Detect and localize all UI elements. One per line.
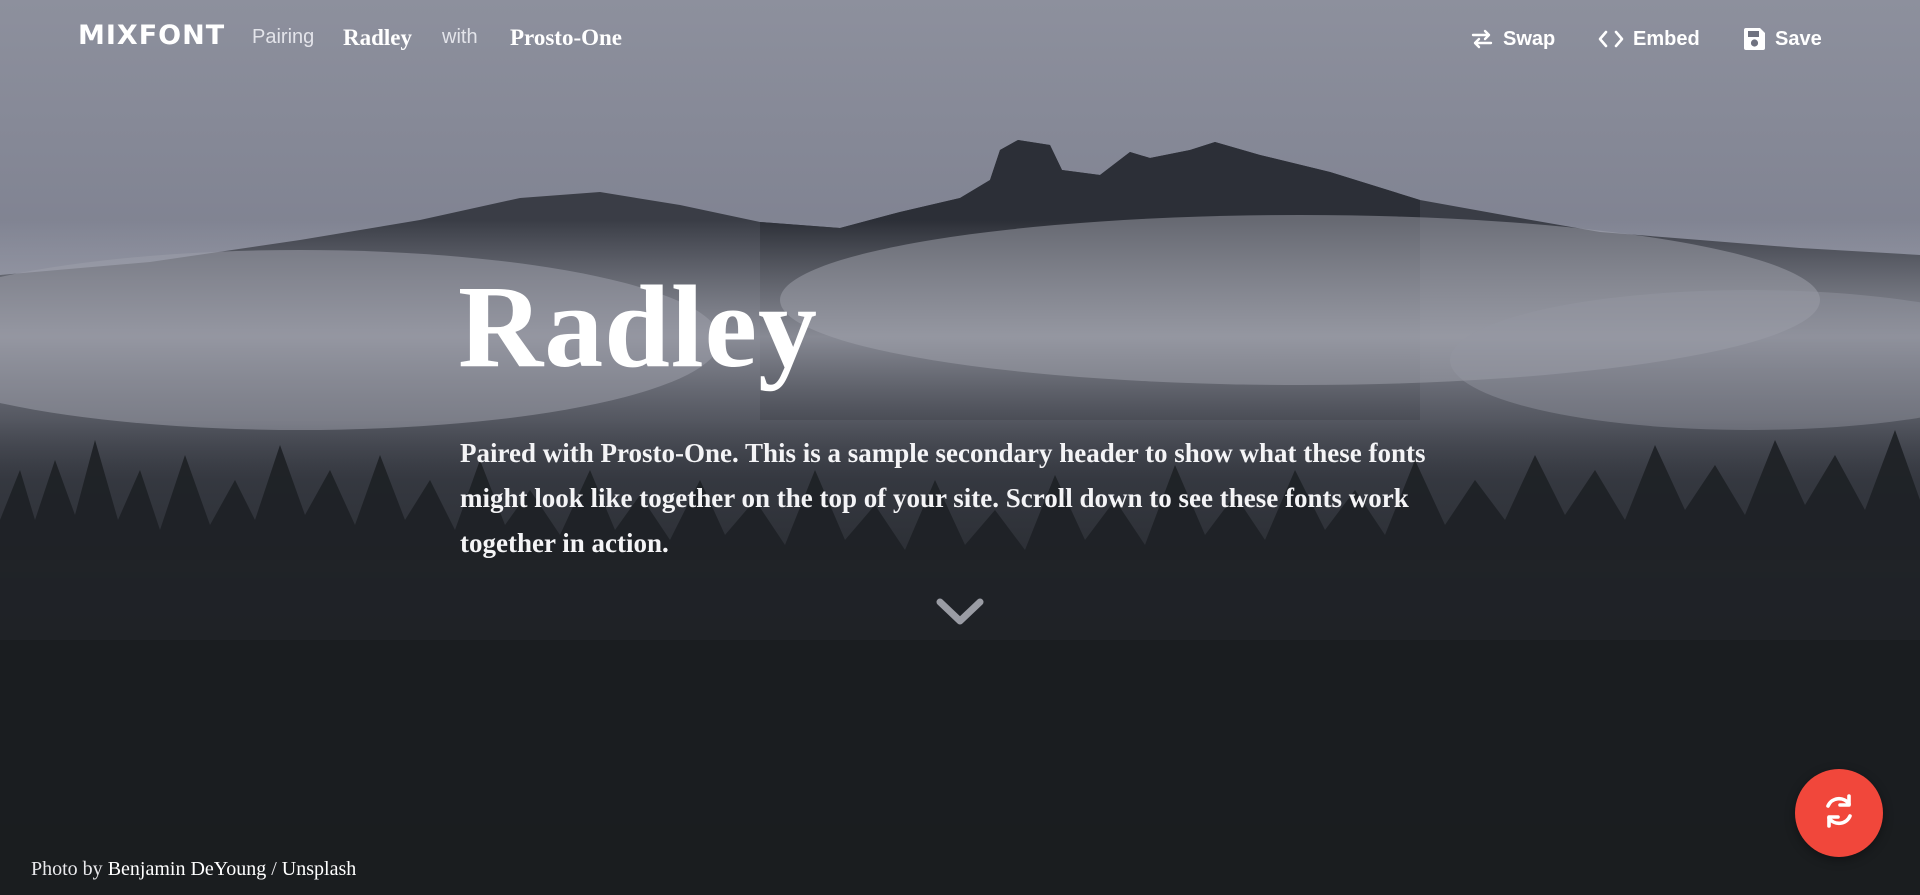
chevron-down-icon [935, 598, 985, 631]
hero-subtext: Paired with Prosto-One. This is a sample… [460, 438, 1426, 558]
swap-button[interactable]: Swap [1470, 26, 1555, 52]
scroll-down-button[interactable] [935, 597, 985, 627]
credit-prefix: Photo by [31, 858, 108, 880]
credit-author-link[interactable]: Benjamin DeYoung [108, 858, 267, 880]
pairing-label: Pairing [252, 26, 315, 48]
save-label: Save [1775, 27, 1822, 50]
swap-arrows-icon [1470, 28, 1494, 50]
credit-separator: / [266, 858, 282, 880]
floppy-disk-icon [1742, 27, 1766, 51]
credit-source-link[interactable]: Unsplash [282, 858, 356, 880]
embed-label: Embed [1633, 27, 1700, 50]
swap-label: Swap [1503, 27, 1556, 50]
mixfont-logo[interactable]: MIXFONT [78, 20, 225, 51]
hero-section: MIXFONT Pairing Radley with Prosto-One S… [0, 0, 1920, 895]
photo-credit: Photo by Benjamin DeYoung / Unsplash [31, 858, 356, 881]
top-nav: MIXFONT Pairing Radley with Prosto-One S… [0, 0, 1920, 78]
with-label: with [442, 26, 478, 48]
hero-headline: Radley [458, 261, 818, 392]
embed-button[interactable]: Embed [1598, 26, 1700, 52]
secondary-font-link[interactable]: Prosto-One [510, 25, 622, 51]
refresh-icon [1819, 791, 1859, 836]
save-button[interactable]: Save [1742, 26, 1822, 52]
code-icon [1598, 28, 1624, 50]
primary-font-link[interactable]: Radley [343, 25, 412, 51]
shuffle-pairing-button[interactable] [1795, 769, 1883, 857]
